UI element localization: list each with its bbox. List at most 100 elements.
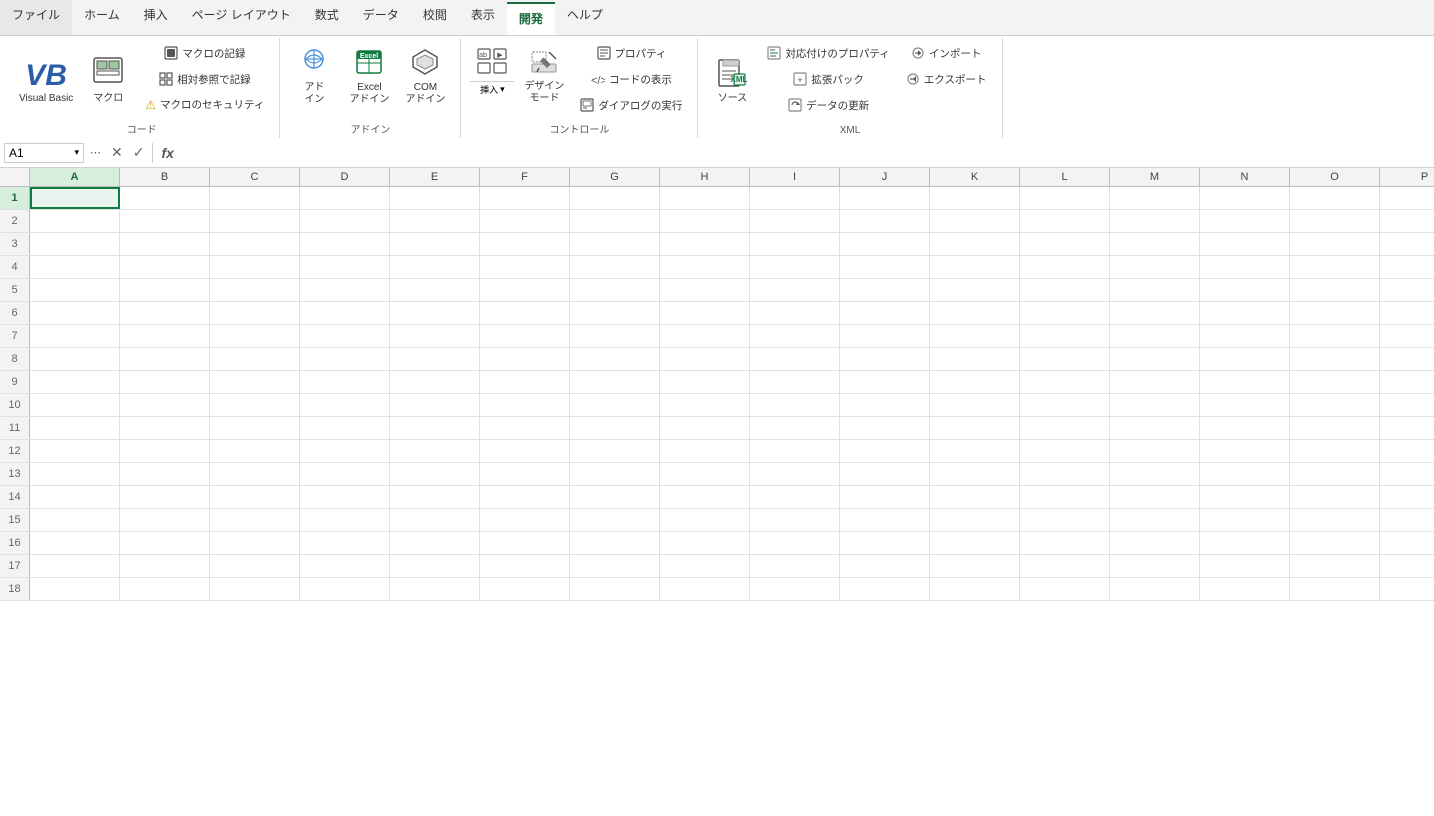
addin-button[interactable]: アドイン bbox=[288, 42, 340, 111]
cell-F11[interactable] bbox=[480, 417, 570, 439]
cell-O4[interactable] bbox=[1290, 256, 1380, 278]
cell-E12[interactable] bbox=[390, 440, 480, 462]
cell-E1[interactable] bbox=[390, 187, 480, 209]
cell-F17[interactable] bbox=[480, 555, 570, 577]
cell-H13[interactable] bbox=[660, 463, 750, 485]
cell-C3[interactable] bbox=[210, 233, 300, 255]
cell-A16[interactable] bbox=[30, 532, 120, 554]
record-macro-button[interactable]: マクロの記録 bbox=[138, 42, 271, 67]
cell-J7[interactable] bbox=[840, 325, 930, 347]
cell-N10[interactable] bbox=[1200, 394, 1290, 416]
cell-E11[interactable] bbox=[390, 417, 480, 439]
cell-B13[interactable] bbox=[120, 463, 210, 485]
tab-insert[interactable]: 挿入 bbox=[132, 0, 180, 35]
cell-P16[interactable] bbox=[1380, 532, 1434, 554]
cell-D1[interactable] bbox=[300, 187, 390, 209]
cell-J8[interactable] bbox=[840, 348, 930, 370]
cell-L6[interactable] bbox=[1020, 302, 1110, 324]
refresh-data-button[interactable]: データの更新 bbox=[760, 94, 896, 119]
cell-G3[interactable] bbox=[570, 233, 660, 255]
cell-C17[interactable] bbox=[210, 555, 300, 577]
cell-E9[interactable] bbox=[390, 371, 480, 393]
col-header-l[interactable]: L bbox=[1020, 168, 1110, 186]
cell-N14[interactable] bbox=[1200, 486, 1290, 508]
cell-H7[interactable] bbox=[660, 325, 750, 347]
cell-P7[interactable] bbox=[1380, 325, 1434, 347]
cell-J14[interactable] bbox=[840, 486, 930, 508]
cell-L13[interactable] bbox=[1020, 463, 1110, 485]
cell-I2[interactable] bbox=[750, 210, 840, 232]
excel-addin-button[interactable]: Excel Excelアドイン bbox=[342, 42, 396, 111]
cell-A15[interactable] bbox=[30, 509, 120, 531]
cell-L10[interactable] bbox=[1020, 394, 1110, 416]
cell-N3[interactable] bbox=[1200, 233, 1290, 255]
cell-O14[interactable] bbox=[1290, 486, 1380, 508]
cell-J6[interactable] bbox=[840, 302, 930, 324]
cell-J10[interactable] bbox=[840, 394, 930, 416]
cell-K5[interactable] bbox=[930, 279, 1020, 301]
cell-M5[interactable] bbox=[1110, 279, 1200, 301]
cell-M2[interactable] bbox=[1110, 210, 1200, 232]
cell-B1[interactable] bbox=[120, 187, 210, 209]
cell-M16[interactable] bbox=[1110, 532, 1200, 554]
row-number-5[interactable]: 5 bbox=[0, 279, 30, 301]
col-header-k[interactable]: K bbox=[930, 168, 1020, 186]
tab-help[interactable]: ヘルプ bbox=[555, 0, 615, 35]
cell-D6[interactable] bbox=[300, 302, 390, 324]
cell-O13[interactable] bbox=[1290, 463, 1380, 485]
cell-L3[interactable] bbox=[1020, 233, 1110, 255]
formula-more-button[interactable]: ⋯ bbox=[86, 144, 105, 161]
cell-E10[interactable] bbox=[390, 394, 480, 416]
cell-P11[interactable] bbox=[1380, 417, 1434, 439]
cell-B18[interactable] bbox=[120, 578, 210, 600]
cell-F14[interactable] bbox=[480, 486, 570, 508]
cell-K1[interactable] bbox=[930, 187, 1020, 209]
cell-N2[interactable] bbox=[1200, 210, 1290, 232]
cell-A18[interactable] bbox=[30, 578, 120, 600]
cell-A9[interactable] bbox=[30, 371, 120, 393]
row-number-13[interactable]: 13 bbox=[0, 463, 30, 485]
cell-F8[interactable] bbox=[480, 348, 570, 370]
cell-M6[interactable] bbox=[1110, 302, 1200, 324]
cell-G7[interactable] bbox=[570, 325, 660, 347]
cell-I17[interactable] bbox=[750, 555, 840, 577]
cell-D7[interactable] bbox=[300, 325, 390, 347]
cell-N5[interactable] bbox=[1200, 279, 1290, 301]
cell-H15[interactable] bbox=[660, 509, 750, 531]
cell-O16[interactable] bbox=[1290, 532, 1380, 554]
cell-E18[interactable] bbox=[390, 578, 480, 600]
cell-J5[interactable] bbox=[840, 279, 930, 301]
relative-ref-button[interactable]: 相対参照で記録 bbox=[138, 68, 271, 93]
cell-ref-dropdown-icon[interactable]: ▾ bbox=[74, 147, 79, 158]
cell-L8[interactable] bbox=[1020, 348, 1110, 370]
cell-M13[interactable] bbox=[1110, 463, 1200, 485]
cell-O5[interactable] bbox=[1290, 279, 1380, 301]
macro-button[interactable]: マクロ bbox=[82, 42, 134, 110]
cell-P3[interactable] bbox=[1380, 233, 1434, 255]
col-header-f[interactable]: F bbox=[480, 168, 570, 186]
cell-K16[interactable] bbox=[930, 532, 1020, 554]
cell-G15[interactable] bbox=[570, 509, 660, 531]
cell-J17[interactable] bbox=[840, 555, 930, 577]
cell-B15[interactable] bbox=[120, 509, 210, 531]
cell-F15[interactable] bbox=[480, 509, 570, 531]
cell-L11[interactable] bbox=[1020, 417, 1110, 439]
cell-P5[interactable] bbox=[1380, 279, 1434, 301]
cell-D17[interactable] bbox=[300, 555, 390, 577]
cell-K3[interactable] bbox=[930, 233, 1020, 255]
cell-G10[interactable] bbox=[570, 394, 660, 416]
cell-A1[interactable] bbox=[30, 187, 120, 209]
cell-I14[interactable] bbox=[750, 486, 840, 508]
cell-I10[interactable] bbox=[750, 394, 840, 416]
cell-B10[interactable] bbox=[120, 394, 210, 416]
cell-D2[interactable] bbox=[300, 210, 390, 232]
cell-M1[interactable] bbox=[1110, 187, 1200, 209]
cell-H11[interactable] bbox=[660, 417, 750, 439]
cell-I8[interactable] bbox=[750, 348, 840, 370]
tab-data[interactable]: データ bbox=[351, 0, 411, 35]
cell-N13[interactable] bbox=[1200, 463, 1290, 485]
cell-N17[interactable] bbox=[1200, 555, 1290, 577]
row-number-18[interactable]: 18 bbox=[0, 578, 30, 600]
col-header-h[interactable]: H bbox=[660, 168, 750, 186]
cell-D4[interactable] bbox=[300, 256, 390, 278]
